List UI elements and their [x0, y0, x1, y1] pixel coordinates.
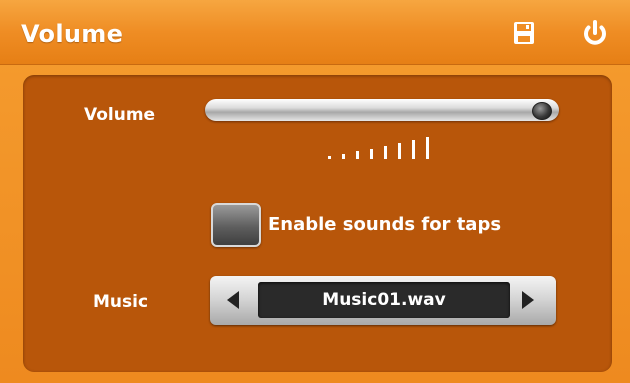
- page-title: Volume: [21, 20, 124, 48]
- volume-level-bar: [356, 151, 359, 159]
- header-bar: Volume: [0, 0, 630, 65]
- volume-slider[interactable]: [205, 99, 559, 121]
- music-value: Music01.wav: [258, 282, 510, 318]
- volume-level-bar: [328, 156, 331, 159]
- volume-level-bar: [384, 146, 387, 159]
- volume-level-bar: [426, 137, 429, 159]
- save-button[interactable]: [504, 14, 544, 54]
- power-icon: [584, 20, 606, 45]
- volume-level-bar: [370, 149, 373, 159]
- volume-level-bar: [342, 154, 345, 159]
- enable-tap-sounds-label: Enable sounds for taps: [268, 214, 502, 235]
- power-button[interactable]: [575, 14, 615, 54]
- save-icon: [514, 22, 534, 44]
- volume-label: Volume: [84, 105, 156, 125]
- volume-level-bar: [412, 140, 415, 159]
- right-arrow-icon[interactable]: [522, 291, 534, 309]
- volume-level-bars: [328, 133, 438, 159]
- music-selector: Music01.wav: [210, 276, 556, 325]
- volume-slider-thumb[interactable]: [532, 102, 552, 120]
- music-label: Music: [93, 292, 149, 312]
- enable-tap-sounds-checkbox[interactable]: [211, 203, 261, 247]
- left-arrow-icon[interactable]: [227, 291, 239, 309]
- volume-level-bar: [398, 143, 401, 159]
